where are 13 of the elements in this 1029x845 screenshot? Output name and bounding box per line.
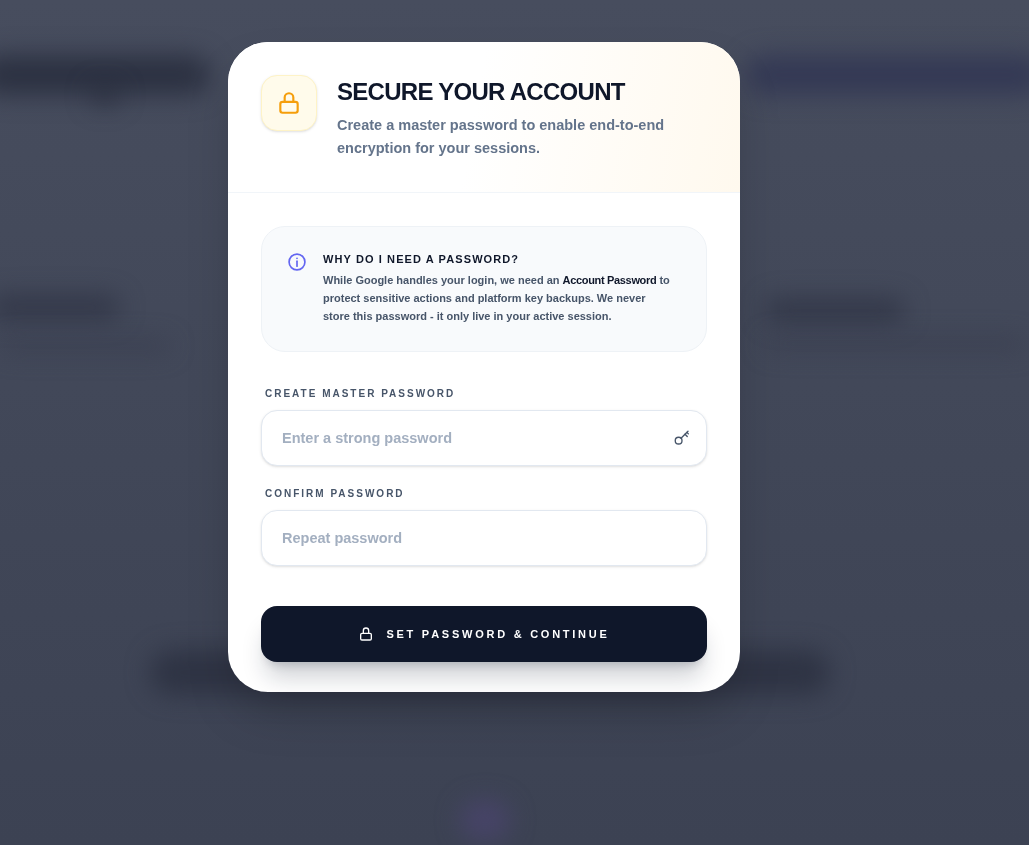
set-password-button[interactable]: SET PASSWORD & CONTINUE: [261, 606, 707, 662]
lock-icon: [261, 75, 317, 131]
key-icon: [673, 429, 691, 447]
info-text: While Google handles your login, we need an Account Password to protect sensitive actions and platform key backups. We never store this password - it only live in your active session.: [323, 273, 671, 324]
info-icon: [287, 252, 307, 272]
password-field[interactable]: Repeat password: [261, 510, 707, 566]
dialog-subtitle: Create a master password to enable end-to-end encryption for your sessions.: [337, 116, 666, 158]
field-label: CONFIRM PASSWORD: [265, 487, 406, 501]
info-heading: WHY DO I NEED A PASSWORD?: [323, 252, 521, 266]
field-label: CREATE MASTER PASSWORD: [265, 387, 457, 401]
lock-icon: [358, 626, 375, 642]
dialog-title: SECURE YOUR ACCOUNT: [337, 77, 627, 107]
password-field[interactable]: Enter a strong password: [261, 410, 707, 466]
